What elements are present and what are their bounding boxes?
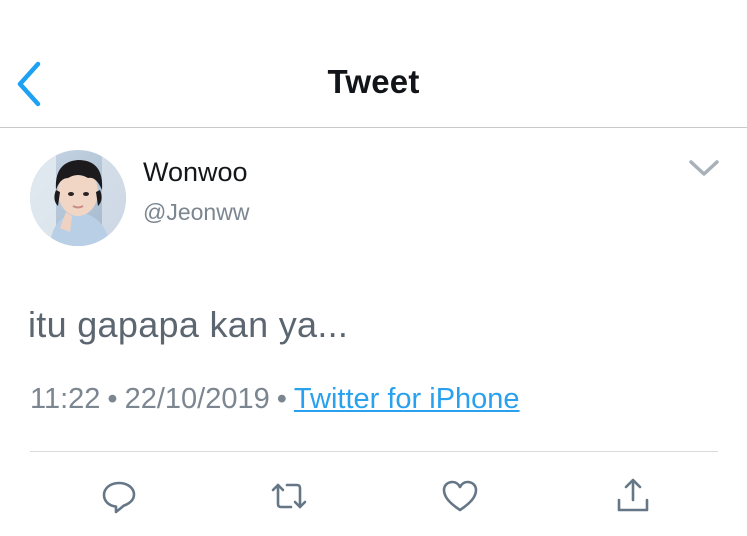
separator: • — [107, 383, 118, 415]
page-title: Tweet — [327, 63, 420, 100]
tweet-text: itu gapapa kan ya... — [28, 304, 349, 345]
reply-icon — [102, 481, 136, 514]
heart-icon — [442, 480, 478, 512]
tweet-metadata: 11:22 • 22/10/2019 • Twitter for iPhone — [30, 383, 520, 416]
tweet-date: 22/10/2019 — [124, 383, 270, 415]
avatar[interactable] — [30, 150, 126, 246]
navigation-bar: Tweet — [0, 0, 747, 128]
chevron-down-icon — [689, 160, 719, 176]
retweet-icon — [271, 483, 307, 509]
avatar-image — [30, 150, 126, 246]
tweet-detail-screen: Tweet Wonwoo @Jeonww itu gapapa kan ya..… — [0, 0, 747, 536]
share-icon — [617, 478, 649, 512]
divider — [30, 451, 718, 452]
share-button[interactable] — [613, 476, 653, 516]
like-button[interactable] — [440, 476, 480, 516]
source-link[interactable]: Twitter for iPhone — [294, 383, 520, 415]
separator: • — [276, 383, 287, 415]
reply-button[interactable] — [99, 476, 139, 516]
user-handle[interactable]: @Jeonww — [143, 199, 249, 226]
retweet-button[interactable] — [269, 476, 309, 516]
tweet-time: 11:22 — [30, 383, 101, 415]
more-options-button[interactable] — [686, 156, 722, 180]
display-name[interactable]: Wonwoo — [143, 157, 248, 188]
